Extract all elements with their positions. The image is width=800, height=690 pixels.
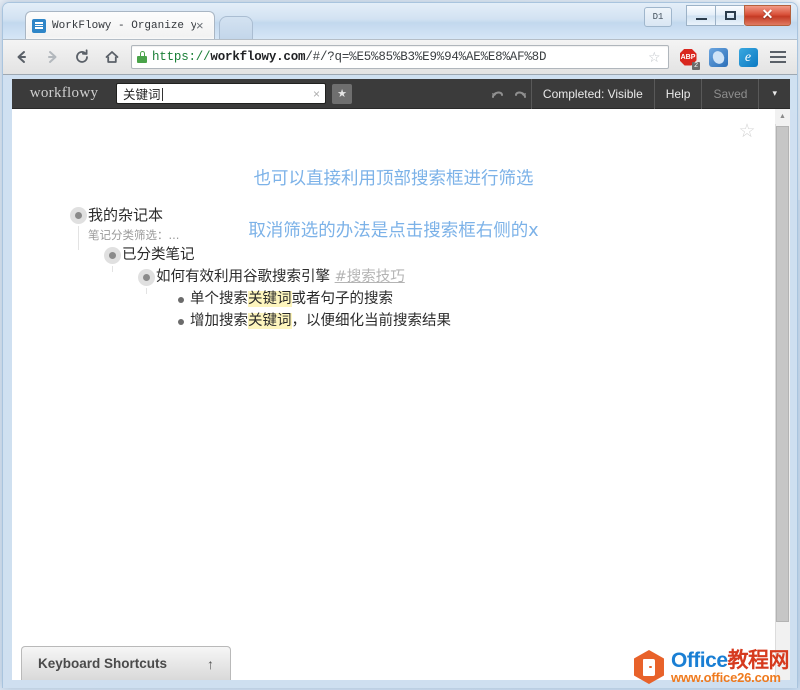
reload-icon[interactable] [71,46,93,68]
tab-close-icon[interactable]: × [196,19,208,32]
keyboard-shortcuts-arrow-icon: ↑ [207,656,214,672]
minimize-icon [696,18,707,20]
window-extra-button[interactable]: D1 [644,7,672,27]
browser-navigation-bar: https://workflowy.com/#/?q=%E5%85%B3%E9%… [3,39,797,75]
close-button[interactable]: ✕ [744,5,791,26]
list-item-text-main: 如何有效利用谷歌搜索引擎 [156,269,335,285]
search-highlight: 关键词 [248,313,292,329]
search-highlight: 关键词 [248,291,292,307]
help-button[interactable]: Help [654,79,702,109]
completed-visible-button[interactable]: Completed: Visible [531,79,654,109]
maximize-button[interactable] [715,5,744,26]
list-item-text[interactable]: 我的杂记本 [88,204,163,226]
save-search-star-button[interactable]: ★ [332,84,352,104]
url-scheme: https:// [152,50,210,64]
list-item-text[interactable]: 如何有效利用谷歌搜索引擎 #搜索技巧 [156,266,405,288]
workflowy-logo[interactable]: workflowy [12,85,116,102]
list-item: 我的杂记本 笔记分类筛选：... [70,204,710,244]
search-clear-icon[interactable]: × [313,88,320,100]
list-item: 单个搜索关键词或者句子的搜索 [172,288,710,310]
favicon-workflowy-icon [32,19,46,33]
text-cursor [162,88,163,101]
url-host: workflowy.com [210,50,305,64]
header-actions: Completed: Visible Help Saved ▾ [531,79,790,109]
maximize-icon [725,11,736,20]
window-title-bar: WorkFlowy - Organize yo × D1 ✕ [3,3,797,39]
list-item: 如何有效利用谷歌搜索引擎 #搜索技巧 [138,266,710,288]
office-logo-icon [634,650,664,684]
keyboard-shortcuts-label: Keyboard Shortcuts [38,656,167,671]
page-viewport: workflowy 关键词 × ★ Completed: Visible Hel… [12,79,790,680]
address-bar[interactable]: https://workflowy.com/#/?q=%E5%85%B3%E9%… [131,45,669,69]
indent-guide [78,226,79,250]
vertical-scrollbar-thumb[interactable] [776,126,789,622]
hamburger-menu-icon[interactable] [767,46,789,68]
bullet-icon[interactable] [104,244,122,266]
watermark-brand-cn: 教程网 [728,649,790,672]
workflowy-header: workflowy 关键词 × ★ Completed: Visible Hel… [12,79,790,109]
redo-icon[interactable] [509,79,531,109]
indent-guide [146,288,147,294]
watermark-brand-en: Office [671,649,728,672]
hashtag-link[interactable]: #搜索技巧 [335,269,405,285]
window-controls: D1 ✕ [644,5,791,27]
e-extension-icon[interactable]: e [737,46,759,68]
bullet-icon[interactable] [70,204,88,226]
list-item: 增加搜索关键词，以便细化当前搜索结果 [172,310,710,332]
keyboard-shortcuts-button[interactable]: Keyboard Shortcuts ↑ [21,646,231,680]
url-path: /#/?q=%E5%85%B3%E9%94%AE%E8%AF%8D [305,50,546,64]
browser-window: WorkFlowy - Organize yo × D1 ✕ [2,2,798,688]
minimize-button[interactable] [686,5,715,26]
https-lock-icon [137,51,147,63]
saved-status: Saved [701,79,758,109]
page-star-icon[interactable]: ☆ [737,122,757,142]
abp-badge: 2 [692,62,700,70]
watermark-text: Office教程网 www.office26.com [671,650,789,684]
undo-icon[interactable] [487,79,509,109]
blue-oval-extension-icon[interactable] [707,46,729,68]
forward-arrow-icon[interactable] [41,46,63,68]
watermark-url: www.office26.com [671,671,789,684]
text-after-highlight: ，以便细化当前搜索结果 [292,313,452,329]
tab-title: WorkFlowy - Organize yo [52,20,196,32]
close-icon: ✕ [745,6,790,25]
bookmark-star-icon[interactable]: ☆ [648,50,664,64]
outline-list: 我的杂记本 笔记分类筛选：... 已分类笔记 [70,204,710,332]
scrollbar-up-arrow-icon[interactable]: ▲ [775,109,790,124]
url-text: https://workflowy.com/#/?q=%E5%85%B3%E9%… [152,50,643,64]
search-input-value: 关键词 [123,84,163,103]
new-tab-button[interactable] [219,16,253,39]
annotation-line-1: 也可以直接利用顶部搜索框进行筛选 [12,166,775,192]
account-menu-caret-icon[interactable]: ▾ [758,79,790,109]
list-item-text[interactable]: 增加搜索关键词，以便细化当前搜索结果 [190,310,451,332]
list-item-text[interactable]: 单个搜索关键词或者句子的搜索 [190,288,393,310]
blue-oval-glyph [709,48,728,67]
bullet-icon[interactable] [172,288,190,310]
text-before-highlight: 增加搜索 [190,313,248,329]
list-item: 已分类笔记 [104,244,710,266]
hamburger-glyph [770,51,786,63]
indent-guide [112,266,113,272]
bullet-icon[interactable] [172,310,190,332]
list-item-text[interactable]: 已分类笔记 [122,244,195,266]
workflowy-content: ☆ 也可以直接利用顶部搜索框进行筛选 取消筛选的办法是点击搜索框右侧的x 我的杂… [12,110,775,680]
e-glyph: e [739,48,758,67]
adblock-plus-icon[interactable]: ABP 2 [677,46,699,68]
home-icon[interactable] [101,46,123,68]
bullet-icon[interactable] [138,266,156,288]
text-after-highlight: 或者句子的搜索 [292,291,394,307]
watermark: Office教程网 www.office26.com [634,650,789,684]
list-item-note[interactable]: 笔记分类筛选：... [88,226,710,244]
back-arrow-icon[interactable] [11,46,33,68]
browser-tab-workflowy[interactable]: WorkFlowy - Organize yo × [25,11,215,39]
text-before-highlight: 单个搜索 [190,291,248,307]
search-input[interactable]: 关键词 × [116,83,326,104]
watermark-brand: Office教程网 [671,650,789,671]
